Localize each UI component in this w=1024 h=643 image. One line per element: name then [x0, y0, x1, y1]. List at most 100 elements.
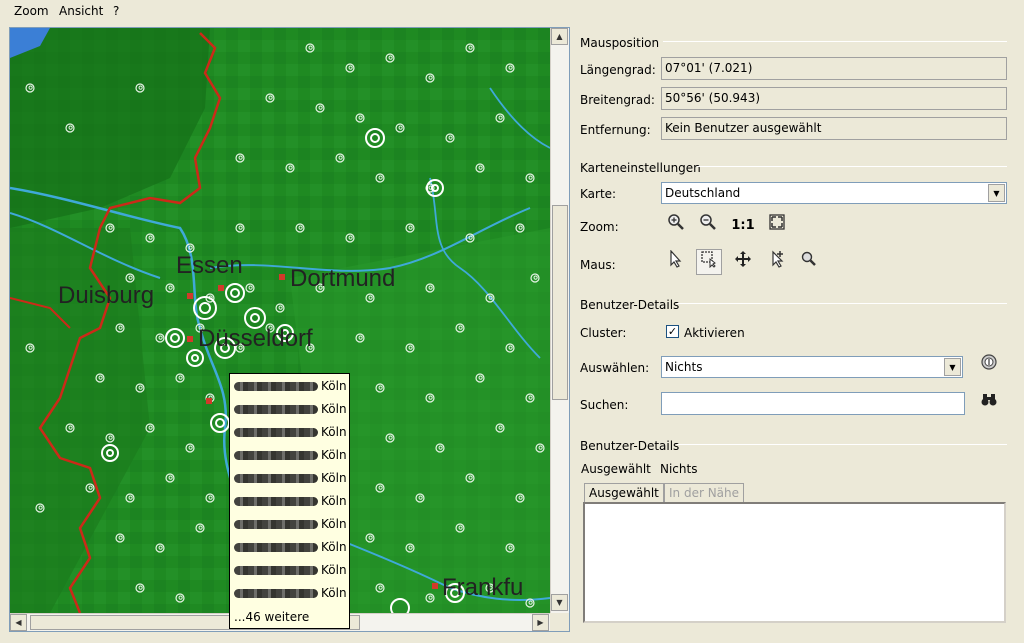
popup-row[interactable]: Köln [230, 560, 349, 583]
popup-user-city: Köln [321, 494, 347, 508]
popup-row[interactable]: Köln [230, 422, 349, 445]
search-label: Suchen: [580, 398, 629, 412]
select-user-dropdown[interactable]: Nichts ▼ [661, 356, 963, 378]
latitude-label: Breitengrad: [580, 93, 655, 107]
map-label: Karte: [580, 187, 617, 201]
chevron-down-icon[interactable]: ▼ [988, 184, 1005, 202]
redacted-name-scribble [234, 520, 318, 529]
select-rect-icon[interactable] [696, 249, 722, 275]
scroll-left-button[interactable]: ◀ [10, 614, 27, 631]
popup-user-name [234, 586, 318, 601]
popup-user-city: Köln [321, 517, 347, 531]
selected-label: Ausgewählt [581, 462, 651, 476]
menu-zoom[interactable]: Zoom [14, 4, 49, 18]
selected-value: Nichts [660, 462, 698, 476]
map-select[interactable]: Deutschland ▼ [661, 182, 1007, 204]
redacted-name-scribble [234, 543, 318, 552]
menu-ansicht[interactable]: Ansicht [59, 4, 103, 18]
popup-user-city: Köln [321, 379, 347, 393]
redacted-name-scribble [234, 497, 318, 506]
popup-row[interactable]: Köln [230, 491, 349, 514]
latitude-field: 50°56' (50.943) [661, 87, 1007, 110]
popup-row[interactable]: Köln [230, 445, 349, 468]
longitude-field: 07°01' (7.021) [661, 57, 1007, 80]
pan-icon[interactable] [730, 250, 756, 276]
tab-content-panel [583, 502, 1006, 623]
search-input[interactable] [661, 392, 965, 415]
menu-bar: Zoom Ansicht ? [0, 0, 1024, 22]
section-title-user-details: Benutzer-Details [580, 298, 680, 312]
zoom-reset-button[interactable]: 1:1 [730, 213, 756, 239]
tab-nearby[interactable]: In der Nähe [664, 483, 745, 502]
info-icon[interactable] [976, 353, 1002, 379]
redacted-name-scribble [234, 382, 318, 391]
popup-row[interactable]: Köln [230, 583, 349, 606]
zoom-label: Zoom: [580, 220, 619, 234]
section-title-user-details-2: Benutzer-Details [580, 439, 680, 453]
pointer-plus-icon[interactable] [764, 250, 790, 276]
city-label-dortmund: Dortmund [290, 265, 395, 292]
select-user-value: Nichts [665, 360, 703, 374]
popup-user-name [234, 425, 318, 440]
cluster-checkbox[interactable]: ✓ [666, 325, 679, 338]
zoom-in-icon[interactable] [663, 213, 689, 239]
separator [663, 41, 1007, 42]
city-label-essen: Essen [176, 252, 243, 279]
menu-help[interactable]: ? [113, 4, 119, 18]
distance-label: Entfernung: [580, 123, 651, 137]
popup-user-city: Köln [321, 471, 347, 485]
popup-row[interactable]: Köln [230, 468, 349, 491]
popup-user-city: Köln [321, 402, 347, 416]
popup-user-city: Köln [321, 563, 347, 577]
redacted-name-scribble [234, 451, 318, 460]
popup-user-name [234, 563, 318, 578]
scroll-up-button[interactable]: ▲ [551, 28, 568, 45]
popup-user-name [234, 517, 318, 532]
fit-icon[interactable] [764, 213, 790, 239]
map-vertical-scrollbar[interactable]: ▲ ▼ [550, 28, 569, 613]
redacted-name-scribble [234, 566, 318, 575]
section-title-map-settings: Karteneinstellungen [580, 161, 701, 175]
popup-user-city: Köln [321, 586, 347, 600]
pointer-icon[interactable] [663, 249, 689, 276]
scroll-down-button[interactable]: ▼ [551, 594, 568, 611]
popup-user-name [234, 402, 318, 417]
cluster-label: Cluster: [580, 326, 627, 340]
user-cluster-popup: Köln Köln Köln Köln Köln Köln Köln Köln … [229, 373, 350, 629]
magnifier-icon[interactable] [796, 250, 822, 276]
popup-row[interactable]: Köln [230, 514, 349, 537]
vertical-scroll-thumb[interactable] [552, 205, 568, 400]
popup-more-link[interactable]: ...46 weitere [234, 610, 309, 624]
popup-user-city: Köln [321, 540, 347, 554]
tab-selected[interactable]: Ausgewählt [584, 483, 664, 502]
redacted-name-scribble [234, 589, 318, 598]
city-label-duisburg: Duisburg [58, 282, 154, 309]
popup-user-name [234, 540, 318, 555]
mouse-mode-label: Maus: [580, 258, 616, 272]
redacted-name-scribble [234, 474, 318, 483]
city-label-duesseldorf: Düsseldorf [198, 325, 313, 352]
popup-user-name [234, 379, 318, 394]
binoculars-icon[interactable] [976, 390, 1002, 416]
redacted-name-scribble [234, 428, 318, 437]
separator [697, 166, 1007, 167]
chevron-down-icon[interactable]: ▼ [944, 358, 961, 376]
zoom-out-icon[interactable] [695, 213, 721, 239]
popup-row[interactable]: Köln [230, 376, 349, 399]
city-label-frankfurt: Frankfu [442, 574, 523, 601]
redacted-name-scribble [234, 405, 318, 414]
popup-row[interactable]: Köln [230, 537, 349, 560]
separator [677, 303, 1007, 304]
popup-user-city: Köln [321, 448, 347, 462]
section-title-mouse-position: Mausposition [580, 36, 660, 50]
popup-user-name [234, 471, 318, 486]
popup-user-city: Köln [321, 425, 347, 439]
select-user-label: Auswählen: [580, 361, 650, 375]
map-select-value: Deutschland [665, 186, 741, 200]
popup-user-name [234, 448, 318, 463]
scroll-right-button[interactable]: ▶ [532, 614, 549, 631]
distance-field: Kein Benutzer ausgewählt [661, 117, 1007, 140]
popup-row[interactable]: Köln [230, 399, 349, 422]
cluster-checkbox-label[interactable]: Aktivieren [684, 326, 745, 340]
longitude-label: Längengrad: [580, 63, 656, 77]
